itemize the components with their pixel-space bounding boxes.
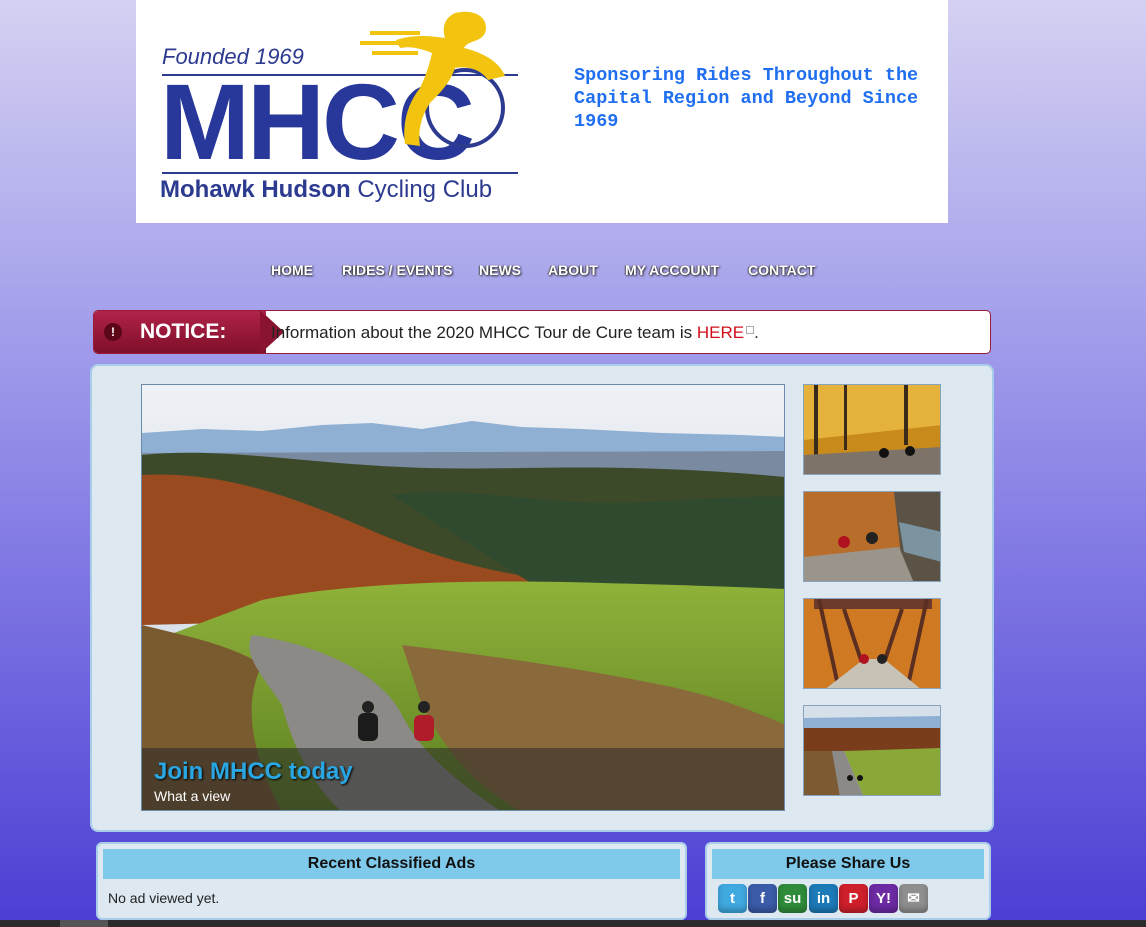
mhcc-logo[interactable]: Founded 1969 MHCC Mohawk Hudson Cycling … [160, 8, 540, 208]
slideshow-thumbnail-3[interactable] [803, 598, 941, 689]
slideshow-thumbnail-1[interactable] [803, 384, 941, 475]
cyclist-icon [360, 11, 505, 148]
nav-contact[interactable]: CONTACT [748, 262, 815, 278]
slideshow-thumbnail-4[interactable] [803, 705, 941, 796]
yahoo-icon[interactable]: Y! [869, 884, 898, 913]
nav-about[interactable]: ABOUT [548, 262, 598, 278]
nav-my-account[interactable]: MY ACCOUNT [625, 262, 719, 278]
scrollbar-thumb[interactable] [60, 920, 108, 927]
slideshow-thumbnail-2[interactable] [803, 491, 941, 582]
slideshow-main-image[interactable]: Join MHCC today What a view [141, 384, 785, 811]
linkedin-icon[interactable]: in [809, 884, 838, 913]
thumbnail-photo [804, 492, 940, 581]
horizontal-scrollbar[interactable] [0, 920, 1146, 927]
thumbnail-photo [804, 599, 940, 688]
club-name: Mohawk Hudson Cycling Club [160, 176, 492, 204]
club-name-bold: Mohawk Hudson [160, 176, 351, 203]
email-icon[interactable]: ✉ [899, 884, 928, 913]
nav-rides-events[interactable]: RIDES / EVENTS [342, 262, 452, 278]
thumbnail-photo [804, 385, 940, 474]
pinterest-icon[interactable]: P [839, 884, 868, 913]
site-tagline: Sponsoring Rides Throughout the Capital … [574, 65, 919, 132]
share-title: Please Share Us [712, 849, 984, 879]
stumbleupon-icon[interactable]: su [778, 884, 807, 913]
notice-bar: ! NOTICE: Information about the 2020 MHC… [93, 310, 991, 354]
slide-caption: Join MHCC today What a view [142, 748, 784, 810]
club-name-rest: Cycling Club [350, 176, 493, 203]
logo-divider-bottom [162, 172, 518, 174]
notice-tab: ! NOTICE: [94, 311, 266, 353]
site-header: Founded 1969 MHCC Mohawk Hudson Cycling … [136, 0, 948, 223]
classifieds-title: Recent Classified Ads [103, 849, 680, 879]
nav-home[interactable]: HOME [271, 262, 313, 278]
main-nav: HOME RIDES / EVENTS NEWS ABOUT MY ACCOUN… [0, 262, 1146, 284]
notice-label: NOTICE: [140, 320, 227, 343]
notice-text: Information about the 2020 MHCC Tour de … [271, 323, 759, 343]
notice-here-link[interactable]: HERE [697, 323, 744, 342]
slide-caption-title[interactable]: Join MHCC today [154, 758, 353, 786]
twitter-icon[interactable]: t [718, 884, 747, 913]
slide-caption-subtitle: What a view [154, 788, 231, 804]
classifieds-box: Recent Classified Ads No ad viewed yet. [96, 842, 687, 920]
facebook-icon[interactable]: f [748, 884, 777, 913]
external-link-icon [746, 326, 755, 334]
thumbnail-photo [804, 706, 940, 795]
notice-message: Information about the 2020 MHCC Tour de … [271, 323, 697, 342]
alert-icon: ! [104, 323, 122, 341]
notice-suffix: . [754, 323, 759, 342]
nav-news[interactable]: NEWS [479, 262, 521, 278]
classifieds-text: No ad viewed yet. [108, 890, 220, 906]
